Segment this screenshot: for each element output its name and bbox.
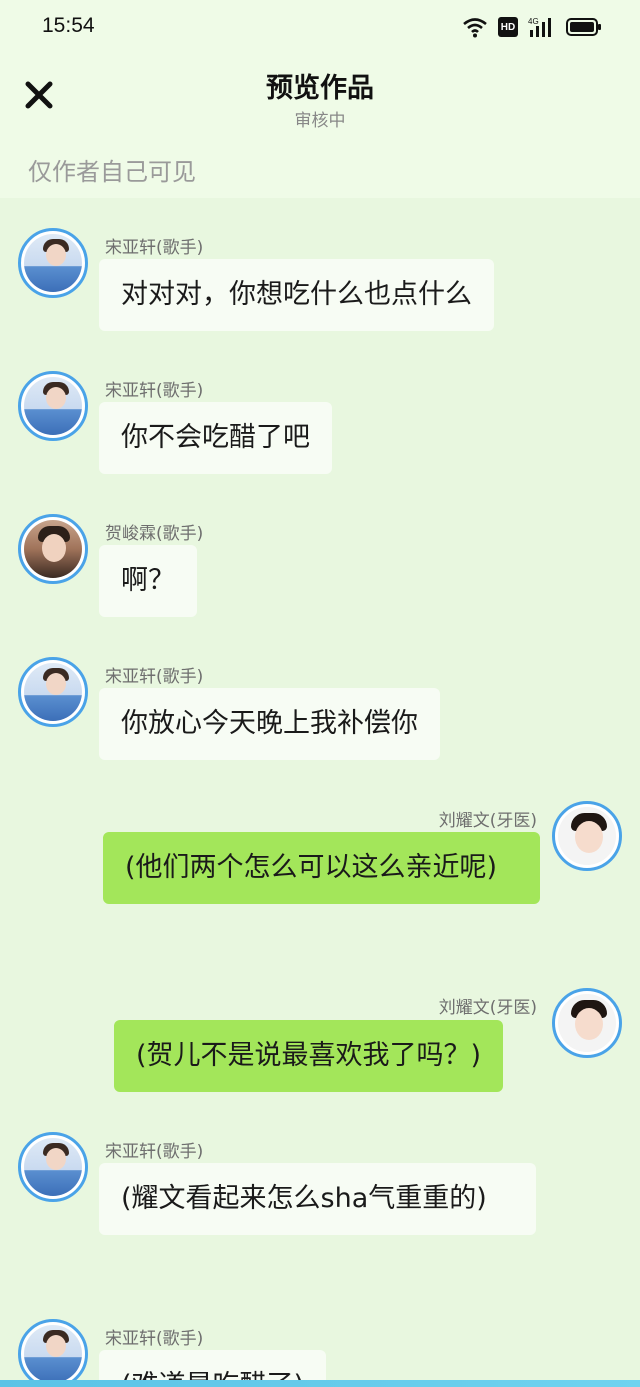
avatar-he-junlin[interactable] (18, 514, 88, 584)
message-bubble[interactable]: (贺儿不是说最喜欢我了吗？) (114, 1020, 504, 1092)
status-time: 15:54 (42, 14, 95, 37)
speaker-name: 宋亚轩(歌手) (105, 238, 204, 258)
message-bubble[interactable]: 对对对，你想吃什么也点什么 (99, 259, 494, 331)
speaker-name: 刘耀文(牙医) (438, 998, 537, 1018)
wifi-icon (463, 18, 487, 38)
avatar-song-yaxuan[interactable] (18, 1319, 88, 1387)
speaker-name: 刘耀文(牙医) (438, 811, 537, 831)
speaker-name: 贺峻霖(歌手) (105, 524, 204, 544)
status-bar: 15:54 HD 4G (0, 0, 640, 56)
top-bar: 15:54 HD 4G 预览作品 审核中 仅作者自己可见 (0, 0, 640, 198)
network-type-label: 4G (528, 17, 539, 26)
message-bubble[interactable]: (耀文看起来怎么sha气重重的) (99, 1163, 536, 1235)
avatar-song-yaxuan[interactable] (18, 371, 88, 441)
battery-icon (566, 18, 601, 36)
avatar-song-yaxuan[interactable] (18, 228, 88, 298)
message-bubble[interactable]: 啊？ (99, 545, 197, 617)
speaker-name: 宋亚轩(歌手) (105, 667, 204, 687)
page-title: 预览作品 (266, 73, 374, 104)
avatar-liu-yaowen[interactable] (552, 988, 622, 1058)
status-icons: HD 4G (462, 16, 602, 38)
visibility-notice: 仅作者自己可见 (28, 158, 196, 186)
avatar-liu-yaowen[interactable] (552, 801, 622, 871)
message-bubble[interactable]: 你放心今天晚上我补偿你 (99, 688, 440, 760)
avatar-song-yaxuan[interactable] (18, 1132, 88, 1202)
bottom-edge-strip (0, 1380, 640, 1387)
hd-icon: HD (498, 17, 518, 37)
message-bubble[interactable]: 你不会吃醋了吧 (99, 402, 332, 474)
avatar-song-yaxuan[interactable] (18, 657, 88, 727)
review-status: 审核中 (294, 111, 346, 131)
signal-icon: 4G (528, 17, 551, 37)
speaker-name: 宋亚轩(歌手) (105, 1329, 204, 1349)
message-bubble[interactable]: (他们两个怎么可以这么亲近呢) (103, 832, 540, 904)
speaker-name: 宋亚轩(歌手) (105, 1142, 204, 1162)
speaker-name: 宋亚轩(歌手) (105, 381, 204, 401)
